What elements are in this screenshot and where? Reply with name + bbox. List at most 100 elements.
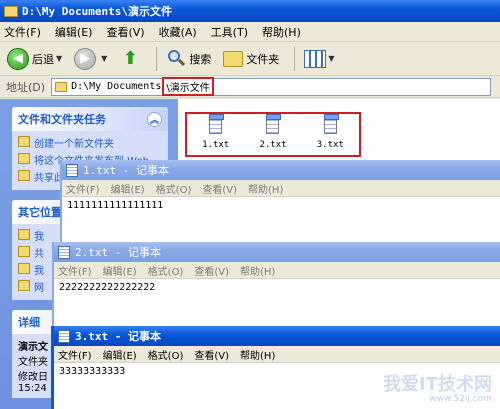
forward-button[interactable]: ▶ ▼ <box>71 45 110 73</box>
search-button[interactable]: 搜索 <box>163 45 214 73</box>
address-path: D:\My Documents <box>71 81 162 92</box>
task-label: 创建一个新文件夹 <box>34 139 114 150</box>
up-arrow-icon: ⬆ <box>122 48 138 69</box>
notepad-icon <box>58 329 70 343</box>
file-name: 1.txt <box>202 140 230 150</box>
place-icon <box>18 263 30 274</box>
panel-title: 其它位置 <box>18 206 62 219</box>
folders-button[interactable]: 文件夹 <box>220 45 282 73</box>
place-label: 我 <box>34 232 44 243</box>
place-icon <box>18 280 30 291</box>
address-label: 地址(D) <box>6 80 46 94</box>
views-button[interactable]: ▼ <box>301 45 337 73</box>
folders-icon <box>223 50 244 67</box>
notepad-text-area[interactable]: 2222222222222222 <box>54 279 500 296</box>
menu-tools[interactable]: 工具(T) <box>211 24 248 40</box>
toolbar-separator <box>156 46 158 71</box>
menu-edit[interactable]: 编辑(E) <box>103 347 137 362</box>
publish-icon <box>18 153 30 164</box>
file-item[interactable]: 2.txt <box>244 114 301 155</box>
notepad-text-area[interactable]: 1111111111111111 <box>62 197 500 214</box>
forward-dropdown-icon[interactable]: ▼ <box>101 54 107 63</box>
menu-edit[interactable]: 编辑(E) <box>111 181 145 196</box>
menu-view[interactable]: 查看(V) <box>194 263 229 278</box>
place-icon <box>18 229 30 240</box>
menu-help[interactable]: 帮助(H) <box>248 181 283 196</box>
notepad-menu-bar: 文件(F) 编辑(E) 格式(O) 查看(V) 帮助(H) <box>54 346 500 363</box>
toolbar-separator <box>294 46 296 71</box>
task-new-folder[interactable]: 创建一个新文件夹 <box>18 135 162 150</box>
menu-view[interactable]: 查看(V) <box>106 24 144 40</box>
forward-arrow-icon: ▶ <box>74 47 97 70</box>
folder-icon <box>4 5 18 17</box>
menu-view[interactable]: 查看(V) <box>194 347 229 362</box>
views-dropdown-icon[interactable]: ▼ <box>328 54 334 63</box>
text-file-icon <box>209 114 225 134</box>
menu-help[interactable]: 帮助(H) <box>240 347 275 362</box>
file-name: 3.txt <box>316 140 344 150</box>
watermark-main: 我爱IT技术网 <box>383 374 492 396</box>
new-folder-icon <box>18 136 30 147</box>
notepad-menu-bar: 文件(F) 编辑(E) 格式(O) 查看(V) 帮助(H) <box>62 180 500 197</box>
notepad-title-bar[interactable]: 1.txt - 记事本 <box>62 160 500 180</box>
notepad-title: 1.txt - 记事本 <box>83 164 169 177</box>
back-button[interactable]: ◀ 后退 ▼ <box>4 45 65 73</box>
menu-file[interactable]: 文件(F) <box>58 347 92 362</box>
place-icon <box>18 246 30 257</box>
folders-label: 文件夹 <box>246 52 280 66</box>
address-path-highlight: \演示文件 <box>162 77 214 96</box>
file-folder-tasks-header[interactable]: 文件和文件夹任务 ︽ <box>12 107 168 131</box>
explorer-toolbar: ◀ 后退 ▼ ▶ ▼ ⬆ 搜索 文件夹 ▼ <box>0 42 500 76</box>
views-icon <box>304 49 327 68</box>
notepad-title-bar[interactable]: 3.txt - 记事本 <box>54 326 500 346</box>
share-icon <box>18 170 30 181</box>
address-bar: 地址(D) D:\My Documents \演示文件 <box>0 76 500 98</box>
menu-format[interactable]: 格式(O) <box>148 263 184 278</box>
notepad-title: 3.txt - 记事本 <box>75 330 161 343</box>
folder-icon <box>55 81 68 92</box>
text-file-icon <box>266 114 282 134</box>
address-field[interactable]: D:\My Documents \演示文件 <box>51 77 492 96</box>
collapse-icon[interactable]: ︽ <box>147 111 162 127</box>
notepad-icon <box>66 163 78 177</box>
menu-format[interactable]: 格式(O) <box>148 347 184 362</box>
notepad-window-2[interactable]: 2.txt - 记事本 文件(F) 编辑(E) 格式(O) 查看(V) 帮助(H… <box>52 242 500 326</box>
search-icon <box>166 49 186 69</box>
up-folder-button[interactable]: ⬆ <box>116 45 144 73</box>
file-item[interactable]: 1.txt <box>187 114 244 155</box>
place-label: 共 <box>34 249 44 260</box>
panel-title: 文件和文件夹任务 <box>18 113 106 126</box>
back-arrow-icon: ◀ <box>7 47 29 70</box>
notepad-title: 2.txt - 记事本 <box>75 246 161 259</box>
menu-edit[interactable]: 编辑(E) <box>103 263 137 278</box>
highlighted-files-box: 1.txt 2.txt 3.txt <box>185 112 361 157</box>
menu-help[interactable]: 帮助(H) <box>262 24 301 40</box>
file-item[interactable]: 3.txt <box>302 114 359 155</box>
menu-view[interactable]: 查看(V) <box>202 181 237 196</box>
notepad-title-bar[interactable]: 2.txt - 记事本 <box>54 242 500 262</box>
menu-format[interactable]: 格式(O) <box>156 181 192 196</box>
watermark-url: www.52ij.com <box>429 394 492 405</box>
menu-file[interactable]: 文件(F) <box>4 24 41 40</box>
menu-edit[interactable]: 编辑(E) <box>55 24 93 40</box>
menu-file[interactable]: 文件(F) <box>66 181 100 196</box>
file-name: 2.txt <box>259 140 287 150</box>
notepad-window-3[interactable]: 3.txt - 记事本 文件(F) 编辑(E) 格式(O) 查看(V) 帮助(H… <box>51 326 500 409</box>
panel-title: 详细 <box>18 316 40 329</box>
explorer-title: D:\My Documents\演示文件 <box>22 5 172 18</box>
notepad-menu-bar: 文件(F) 编辑(E) 格式(O) 查看(V) 帮助(H) <box>54 262 500 279</box>
place-label: 我 <box>34 266 44 277</box>
place-label: 网 <box>34 283 44 294</box>
text-file-icon <box>323 114 339 134</box>
explorer-menu-bar: 文件(F) 编辑(E) 查看(V) 收藏(A) 工具(T) 帮助(H) <box>0 22 500 42</box>
menu-help[interactable]: 帮助(H) <box>240 263 275 278</box>
notepad-icon <box>58 245 70 259</box>
back-label: 后退 <box>32 52 54 66</box>
search-label: 搜索 <box>189 52 212 66</box>
notepad-window-1[interactable]: 1.txt - 记事本 文件(F) 编辑(E) 格式(O) 查看(V) 帮助(H… <box>60 160 500 250</box>
menu-favorites[interactable]: 收藏(A) <box>159 24 197 40</box>
explorer-title-bar[interactable]: D:\My Documents\演示文件 <box>0 0 500 22</box>
back-dropdown-icon[interactable]: ▼ <box>56 54 62 63</box>
site-watermark: 我爱IT技术网 www.52ij.com <box>383 375 492 405</box>
menu-file[interactable]: 文件(F) <box>58 263 92 278</box>
